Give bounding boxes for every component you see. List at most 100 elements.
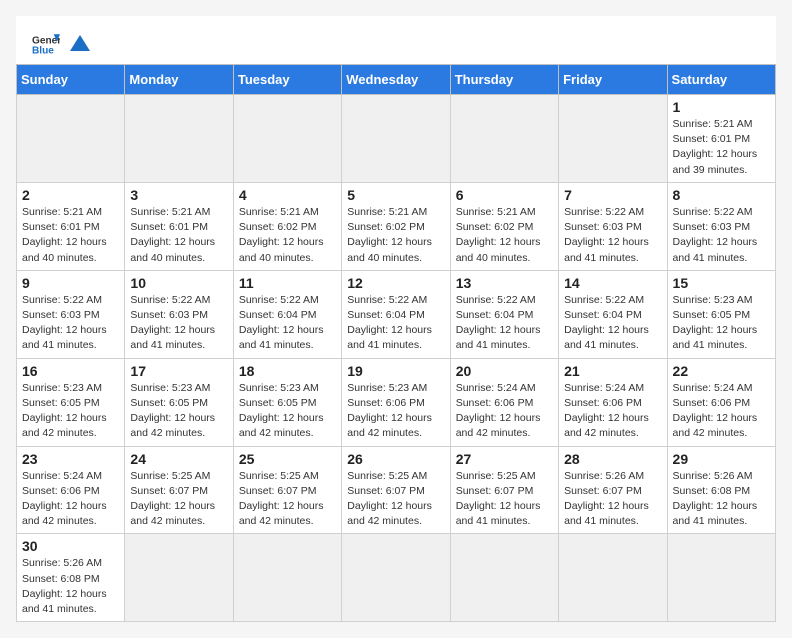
calendar-cell [667,534,775,622]
day-header-sunday: Sunday [17,65,125,95]
day-info: Sunrise: 5:23 AMSunset: 6:05 PMDaylight:… [239,381,336,442]
day-number: 1 [673,99,770,115]
day-info: Sunrise: 5:22 AMSunset: 6:03 PMDaylight:… [22,293,119,354]
day-info: Sunrise: 5:21 AMSunset: 6:01 PMDaylight:… [22,205,119,266]
calendar-week-row: 1 Sunrise: 5:21 AMSunset: 6:01 PMDaylight… [17,95,776,183]
day-number: 12 [347,275,444,291]
calendar-cell: 10Sunrise: 5:22 AMSunset: 6:03 PMDayligh… [125,270,233,358]
calendar-cell: 30 Sunrise: 5:26 AMSunset: 6:08 PMDayligh… [17,534,125,622]
day-number: 25 [239,451,336,467]
calendar-cell: 16Sunrise: 5:23 AMSunset: 6:05 PMDayligh… [17,358,125,446]
calendar-week-row: 30 Sunrise: 5:26 AMSunset: 6:08 PMDayligh… [17,534,776,622]
day-info: Sunrise: 5:22 AMSunset: 6:04 PMDaylight:… [239,293,336,354]
calendar-cell [233,534,341,622]
calendar-cell: 25 Sunrise: 5:25 AMSunset: 6:07 PMDayligh… [233,446,341,534]
day-info: Sunrise: 5:26 AMSunset: 6:08 PMDaylight:… [22,556,119,617]
day-number: 26 [347,451,444,467]
logo-icon: General Blue [32,28,60,56]
calendar-cell [559,534,667,622]
calendar-cell: 19Sunrise: 5:23 AMSunset: 6:06 PMDayligh… [342,358,450,446]
calendar-cell: 8 Sunrise: 5:22 AMSunset: 6:03 PMDaylight… [667,182,775,270]
day-number: 13 [456,275,553,291]
calendar-cell: 21Sunrise: 5:24 AMSunset: 6:06 PMDayligh… [559,358,667,446]
calendar-week-row: 2 Sunrise: 5:21 AMSunset: 6:01 PMDaylight… [17,182,776,270]
calendar-cell [17,95,125,183]
calendar-cell: 6 Sunrise: 5:21 AMSunset: 6:02 PMDaylight… [450,182,558,270]
day-header-wednesday: Wednesday [342,65,450,95]
day-number: 9 [22,275,119,291]
day-info: Sunrise: 5:25 AMSunset: 6:07 PMDaylight:… [239,469,336,530]
day-number: 6 [456,187,553,203]
day-info: Sunrise: 5:21 AMSunset: 6:01 PMDaylight:… [130,205,227,266]
day-header-thursday: Thursday [450,65,558,95]
calendar-cell: 9 Sunrise: 5:22 AMSunset: 6:03 PMDaylight… [17,270,125,358]
day-number: 4 [239,187,336,203]
day-number: 18 [239,363,336,379]
logo-triangle-icon [68,31,90,53]
logo: General Blue [32,28,90,56]
day-header-tuesday: Tuesday [233,65,341,95]
calendar-cell: 18 Sunrise: 5:23 AMSunset: 6:05 PMDayligh… [233,358,341,446]
day-number: 11 [239,275,336,291]
calendar-cell: 1 Sunrise: 5:21 AMSunset: 6:01 PMDaylight… [667,95,775,183]
calendar-cell: 3 Sunrise: 5:21 AMSunset: 6:01 PMDaylight… [125,182,233,270]
day-number: 28 [564,451,661,467]
calendar-cell: 7 Sunrise: 5:22 AMSunset: 6:03 PMDaylight… [559,182,667,270]
day-info: Sunrise: 5:22 AMSunset: 6:04 PMDaylight:… [564,293,661,354]
calendar-week-row: 16 Sunrise: 5:23 AMSunset: 6:05 PMDayligh… [17,358,776,446]
day-info: Sunrise: 5:26 AMSunset: 6:08 PMDaylight:… [673,469,770,530]
day-info: Sunrise: 5:24 AMSunset: 6:06 PMDaylight:… [22,469,119,530]
day-number: 19 [347,363,444,379]
calendar-header-row: SundayMondayTuesdayWednesdayThursdayFrid… [17,65,776,95]
day-number: 30 [22,538,119,554]
calendar-table: SundayMondayTuesdayWednesdayThursdayFrid… [16,64,776,622]
day-number: 29 [673,451,770,467]
calendar-cell: 23Sunrise: 5:24 AMSunset: 6:06 PMDayligh… [17,446,125,534]
header: General Blue [16,16,776,64]
day-number: 17 [130,363,227,379]
day-number: 22 [673,363,770,379]
calendar-week-row: 9 Sunrise: 5:22 AMSunset: 6:03 PMDaylight… [17,270,776,358]
calendar-cell: 2 Sunrise: 5:21 AMSunset: 6:01 PMDaylight… [17,182,125,270]
calendar-cell [233,95,341,183]
calendar-cell: 15Sunrise: 5:23 AMSunset: 6:05 PMDayligh… [667,270,775,358]
day-info: Sunrise: 5:24 AMSunset: 6:06 PMDaylight:… [456,381,553,442]
day-info: Sunrise: 5:21 AMSunset: 6:02 PMDaylight:… [239,205,336,266]
calendar-cell: 13 Sunrise: 5:22 AMSunset: 6:04 PMDayligh… [450,270,558,358]
calendar-cell [450,95,558,183]
day-info: Sunrise: 5:25 AMSunset: 6:07 PMDaylight:… [347,469,444,530]
day-number: 16 [22,363,119,379]
calendar-cell: 20 Sunrise: 5:24 AMSunset: 6:06 PMDayligh… [450,358,558,446]
calendar-cell: 17Sunrise: 5:23 AMSunset: 6:05 PMDayligh… [125,358,233,446]
calendar-cell [559,95,667,183]
day-info: Sunrise: 5:21 AMSunset: 6:02 PMDaylight:… [456,205,553,266]
day-info: Sunrise: 5:21 AMSunset: 6:01 PMDaylight:… [673,117,770,178]
day-number: 7 [564,187,661,203]
day-info: Sunrise: 5:24 AMSunset: 6:06 PMDaylight:… [564,381,661,442]
calendar-cell: 26 Sunrise: 5:25 AMSunset: 6:07 PMDayligh… [342,446,450,534]
day-info: Sunrise: 5:23 AMSunset: 6:05 PMDaylight:… [673,293,770,354]
day-info: Sunrise: 5:25 AMSunset: 6:07 PMDaylight:… [130,469,227,530]
day-number: 2 [22,187,119,203]
calendar-cell [342,95,450,183]
calendar-cell [450,534,558,622]
calendar-cell: 5 Sunrise: 5:21 AMSunset: 6:02 PMDaylight… [342,182,450,270]
day-info: Sunrise: 5:22 AMSunset: 6:03 PMDaylight:… [130,293,227,354]
day-number: 3 [130,187,227,203]
day-info: Sunrise: 5:22 AMSunset: 6:03 PMDaylight:… [564,205,661,266]
day-info: Sunrise: 5:21 AMSunset: 6:02 PMDaylight:… [347,205,444,266]
day-info: Sunrise: 5:22 AMSunset: 6:03 PMDaylight:… [673,205,770,266]
day-info: Sunrise: 5:22 AMSunset: 6:04 PMDaylight:… [456,293,553,354]
calendar-cell: 12Sunrise: 5:22 AMSunset: 6:04 PMDayligh… [342,270,450,358]
day-header-saturday: Saturday [667,65,775,95]
day-number: 27 [456,451,553,467]
calendar-cell: 14Sunrise: 5:22 AMSunset: 6:04 PMDayligh… [559,270,667,358]
day-info: Sunrise: 5:25 AMSunset: 6:07 PMDaylight:… [456,469,553,530]
day-number: 8 [673,187,770,203]
calendar-cell: 27 Sunrise: 5:25 AMSunset: 6:07 PMDayligh… [450,446,558,534]
calendar-cell [125,534,233,622]
day-number: 5 [347,187,444,203]
calendar-cell: 11 Sunrise: 5:22 AMSunset: 6:04 PMDayligh… [233,270,341,358]
day-number: 20 [456,363,553,379]
calendar-cell: 29 Sunrise: 5:26 AMSunset: 6:08 PMDayligh… [667,446,775,534]
